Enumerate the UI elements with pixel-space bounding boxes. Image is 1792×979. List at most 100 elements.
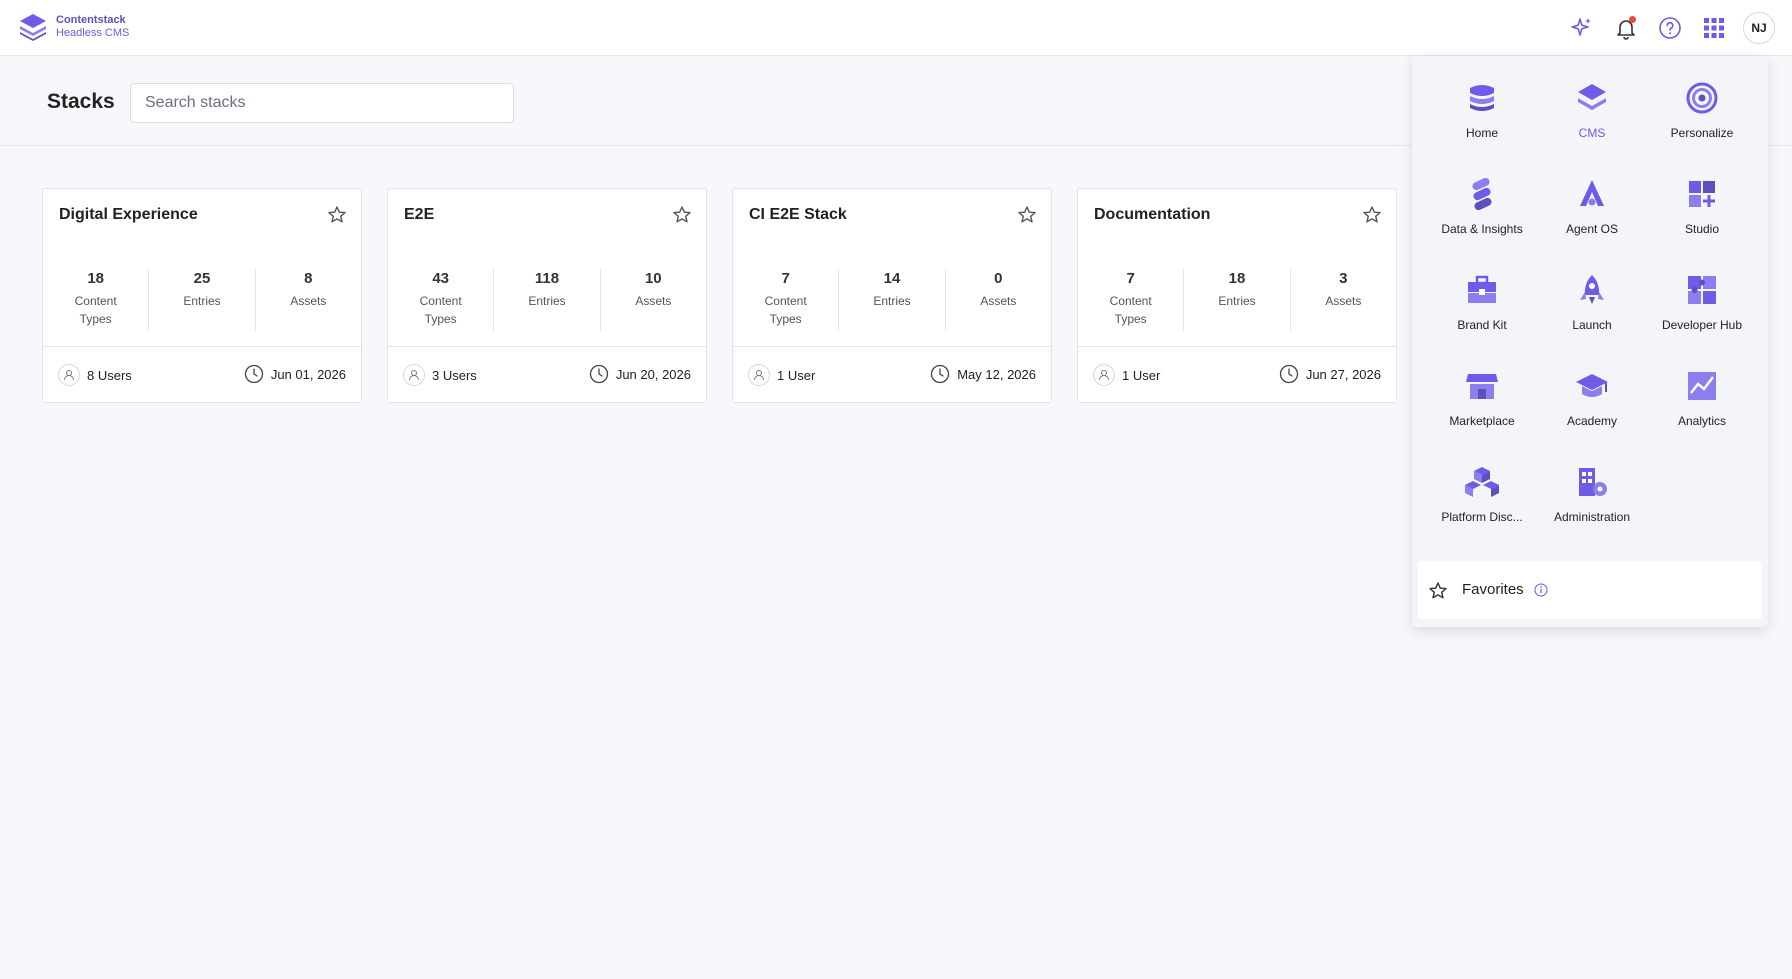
app-label: Launch <box>1572 318 1612 332</box>
studio-grid-icon <box>1689 181 1715 207</box>
stat-entries: 118 Entries <box>494 269 601 331</box>
app-label: Studio <box>1684 222 1720 236</box>
app-launch[interactable]: Launch <box>1537 268 1647 364</box>
app-label: Marketplace <box>1449 414 1515 428</box>
last-modified-date: Jun 20, 2026 <box>615 366 691 382</box>
user-icon <box>748 364 770 386</box>
app-label: Developer Hub <box>1661 318 1743 332</box>
top-bar: Contentstack Headless CMS NJ <box>0 0 1792 56</box>
app-cms[interactable]: CMS <box>1537 76 1647 172</box>
users-count: 1 User <box>1122 367 1161 383</box>
favorite-star-icon[interactable] <box>672 205 692 225</box>
stack-card[interactable]: Digital Experience 18 Content Types 25 En… <box>42 188 362 403</box>
user-icon <box>403 364 425 386</box>
notification-dot <box>1629 16 1636 23</box>
stat-label: Assets <box>1325 294 1362 308</box>
stack-card[interactable]: E2E 43 Content Types 118 Entries 10 Asset… <box>387 188 707 403</box>
favorites-label: Favorites <box>1462 581 1524 598</box>
user-icon <box>1093 364 1115 386</box>
info-icon[interactable] <box>1534 583 1548 597</box>
app-brand-kit[interactable]: Brand Kit <box>1427 268 1537 364</box>
stat-label: Content Types <box>764 294 807 326</box>
stat-value: 25 <box>193 270 211 287</box>
user-avatar[interactable]: NJ <box>1743 12 1775 44</box>
stat-content-types: 43 Content Types <box>388 269 495 331</box>
stat-value: 118 <box>534 270 560 287</box>
briefcase-icon <box>1468 275 1496 303</box>
app-label: Personalize <box>1670 126 1734 140</box>
star-icon <box>1429 582 1447 599</box>
stack-card[interactable]: CI E2E Stack 7 Content Types 14 Entries 0… <box>732 188 1052 403</box>
page-title: Stacks <box>47 90 115 113</box>
app-developer-hub[interactable]: Developer Hub <box>1647 268 1757 364</box>
brand-text: Contentstack Headless CMS <box>56 14 129 40</box>
app-label: Platform Disc... <box>1441 510 1523 524</box>
favorite-star-icon[interactable] <box>1017 205 1037 225</box>
app-label: CMS <box>1578 126 1606 140</box>
stack-date: May 12, 2026 <box>930 364 1036 384</box>
stat-assets: 10 Assets <box>601 269 706 331</box>
stat-content-types: 18 Content Types <box>43 269 150 331</box>
app-label: Home <box>1465 126 1498 140</box>
stack-card-footer: 3 Users Jun 20, 2026 <box>388 346 706 402</box>
help-button[interactable] <box>1655 13 1685 43</box>
stat-value: 0 <box>994 270 1003 287</box>
app-administration[interactable]: Administration <box>1537 460 1647 556</box>
contentstack-logo-icon <box>20 14 46 41</box>
stat-label: Entries <box>528 294 566 308</box>
ai-assistant-button[interactable] <box>1567 13 1597 43</box>
app-data-insights[interactable]: Data & Insights <box>1427 172 1537 268</box>
chart-line-icon <box>1688 372 1716 400</box>
stack-card[interactable]: Documentation 7 Content Types 18 Entries … <box>1077 188 1397 403</box>
app-home[interactable]: Home <box>1427 76 1537 172</box>
data-insights-icon <box>1472 177 1492 211</box>
app-personalize[interactable]: Personalize <box>1647 76 1757 172</box>
app-analytics[interactable]: Analytics <box>1647 364 1757 460</box>
app-academy[interactable]: Academy <box>1537 364 1647 460</box>
user-icon <box>58 364 80 386</box>
graduation-cap-icon <box>1576 374 1608 397</box>
brand-title: Contentstack <box>56 14 126 26</box>
rocket-icon <box>1580 275 1604 304</box>
stack-stats: 7 Content Types 14 Entries 0 Assets <box>733 269 1051 331</box>
stat-label: Content Types <box>74 294 117 326</box>
app-marketplace[interactable]: Marketplace <box>1427 364 1537 460</box>
stat-value: 18 <box>87 270 104 287</box>
favorites-section[interactable]: Favorites <box>1418 561 1762 619</box>
app-platform-discovery[interactable]: Platform Disc... <box>1427 460 1537 556</box>
last-modified-date: Jun 27, 2026 <box>1305 366 1381 382</box>
users-count: 8 Users <box>87 367 132 383</box>
stack-users: 1 User <box>748 364 815 386</box>
search-stacks-input[interactable] <box>130 83 514 123</box>
puzzle-icon <box>1688 276 1716 304</box>
stat-value: 18 <box>1228 270 1246 287</box>
app-label: Data & Insights <box>1441 222 1523 236</box>
stack-stats: 7 Content Types 18 Entries 3 Assets <box>1078 269 1396 331</box>
stat-label: Entries <box>183 294 221 308</box>
agent-os-icon <box>1580 180 1604 206</box>
last-modified-date: May 12, 2026 <box>957 366 1036 382</box>
clock-icon <box>589 364 608 384</box>
stat-value: 3 <box>1339 270 1348 287</box>
stat-value: 8 <box>304 270 313 287</box>
stack-cards: Digital Experience 18 Content Types 25 En… <box>42 188 1397 403</box>
stack-card-footer: 1 User May 12, 2026 <box>733 346 1051 402</box>
apps-menu-panel: Home CMS Personalize Data & Insights Age… <box>1412 56 1768 627</box>
stat-value: 7 <box>1126 270 1135 287</box>
clock-icon <box>931 364 950 384</box>
stat-label: Entries <box>873 294 911 308</box>
favorite-star-icon[interactable] <box>327 205 347 225</box>
app-agent-os[interactable]: Agent OS <box>1537 172 1647 268</box>
favorite-star-icon[interactable] <box>1362 205 1382 225</box>
brand-logo[interactable]: Contentstack Headless CMS <box>18 12 129 42</box>
stack-card-footer: 8 Users Jun 01, 2026 <box>43 346 361 402</box>
stat-entries: 14 Entries <box>839 269 946 331</box>
app-studio[interactable]: Studio <box>1647 172 1757 268</box>
target-icon <box>1686 82 1718 114</box>
stack-date: Jun 20, 2026 <box>589 364 691 384</box>
apps-switcher-button[interactable] <box>1699 13 1729 43</box>
stat-content-types: 7 Content Types <box>733 269 840 331</box>
apps-grid-icon <box>1704 18 1724 38</box>
notifications-button[interactable] <box>1611 13 1641 43</box>
stat-assets: 8 Assets <box>256 269 361 331</box>
